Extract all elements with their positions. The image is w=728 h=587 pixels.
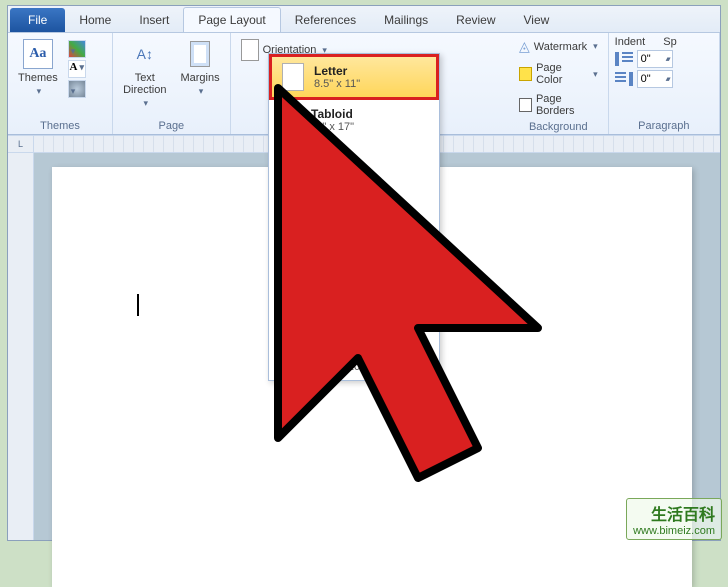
tab-mailings[interactable]: Mailings [370, 8, 442, 32]
page-thumb-icon [279, 226, 301, 254]
themes-label: Themes [18, 72, 58, 84]
themes-icon: Aa [23, 39, 53, 69]
page-thumb-icon [279, 146, 301, 174]
page-color-icon [519, 67, 532, 81]
group-background: ◬Watermark Page Color Page Borders Backg… [509, 33, 609, 134]
size-option-executive[interactable]: Executive7.25" x 10.5" [269, 180, 439, 220]
group-title-themes: Themes [14, 118, 106, 134]
page-thumb-icon [279, 306, 301, 334]
group-themes: Aa Themes A Themes [8, 33, 113, 134]
size-option-b5[interactable]: B5 (JIS)7.17" x 10.12" [269, 340, 439, 380]
tab-review[interactable]: Review [442, 8, 509, 32]
word-window: File Home Insert Page Layout References … [7, 5, 721, 541]
theme-colors-button[interactable] [68, 40, 86, 58]
page-borders-button[interactable]: Page Borders [515, 91, 602, 119]
tab-file[interactable]: File [10, 8, 65, 32]
ribbon-tabs: File Home Insert Page Layout References … [8, 6, 720, 33]
vertical-ruler[interactable] [8, 153, 34, 540]
tab-view[interactable]: View [510, 8, 564, 32]
size-option-letter[interactable]: Letter8.5" x 11" [272, 57, 436, 97]
page-thumb-icon [279, 186, 301, 214]
group-title-background: Background [515, 119, 602, 135]
source-watermark: 生活百科 www.bimeiz.com [626, 498, 722, 540]
size-option-legal[interactable]: Legal8.5" x 14" [269, 140, 439, 180]
theme-fonts-button[interactable]: A [68, 60, 86, 78]
margins-button[interactable]: Margins [176, 36, 223, 99]
themes-button[interactable]: Aa Themes [14, 36, 62, 99]
size-dropdown-menu: Letter8.5" x 11" Tabloid11" x 17" Legal8… [268, 53, 440, 381]
group-title-pagesetup: Page [119, 118, 224, 134]
text-caret [137, 294, 139, 316]
indent-left-icon [615, 52, 633, 66]
group-paragraph: Indent Sp 0" 0" Paragraph [609, 33, 720, 134]
indent-label: Indent [615, 36, 646, 48]
watermark-icon: ◬ [519, 38, 530, 55]
indent-right-input[interactable]: 0" [637, 70, 673, 88]
page-thumb-icon [279, 106, 301, 134]
group-page-setup: A↕ Text Direction Margins Page [113, 33, 231, 134]
tab-home[interactable]: Home [65, 8, 125, 32]
indent-left-input[interactable]: 0" [637, 50, 673, 68]
tab-insert[interactable]: Insert [125, 8, 183, 32]
margins-label: Margins [180, 72, 219, 84]
tab-references[interactable]: References [281, 8, 370, 32]
size-option-tabloid[interactable]: Tabloid11" x 17" [269, 100, 439, 140]
page-thumb-icon [279, 266, 301, 294]
page-thumb-icon [279, 346, 301, 374]
page-borders-icon [519, 98, 532, 112]
margins-icon [190, 41, 210, 67]
watermark-button[interactable]: ◬Watermark [515, 36, 602, 57]
size-option-a3[interactable]: A311.69" x 16.54" [269, 220, 439, 260]
spacing-label: Sp [663, 36, 676, 48]
size-option-a4[interactable]: A48.27" x 11.69" [269, 260, 439, 300]
theme-effects-button[interactable] [68, 80, 86, 98]
text-direction-label: Text Direction [123, 72, 166, 96]
page-thumb-icon [282, 63, 304, 91]
orientation-icon [241, 39, 259, 61]
page-color-button[interactable]: Page Color [515, 60, 602, 88]
tab-page-layout[interactable]: Page Layout [183, 7, 280, 32]
size-option-b4[interactable]: B4 (JIS)10.12" x 14.33" [269, 300, 439, 340]
indent-right-icon [615, 72, 633, 86]
ruler-corner: L [8, 136, 34, 152]
text-direction-button[interactable]: A↕ Text Direction [119, 36, 170, 111]
group-title-paragraph: Paragraph [615, 118, 713, 134]
